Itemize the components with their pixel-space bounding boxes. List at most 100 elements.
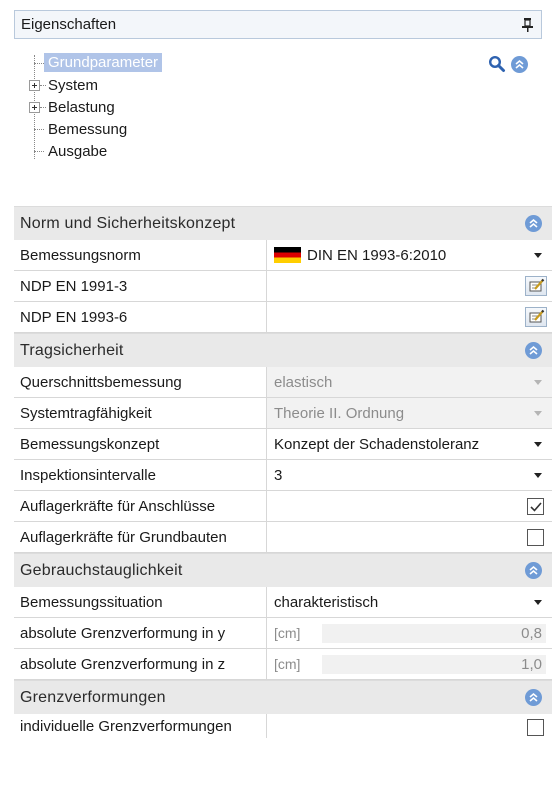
- property-row: individuelle Grenzverformungen: [14, 714, 552, 738]
- panel-title: Eigenschaften: [21, 16, 117, 33]
- section-title: Grenzverformungen: [20, 688, 166, 706]
- property-row: Systemtragfähigkeit Theorie II. Ordnung: [14, 398, 552, 429]
- chevron-down-icon[interactable]: [534, 473, 542, 478]
- property-label: absolute Grenzverformung in z: [14, 649, 267, 679]
- property-row: Bemessungskonzept Konzept der Schadensto…: [14, 429, 552, 460]
- property-label: Bemessungsnorm: [14, 240, 267, 270]
- auflagerkraefte-anschluesse-cell: [267, 491, 552, 521]
- edit-icon: [529, 309, 545, 323]
- grenzverformung-y-field[interactable]: [cm] 0,8: [267, 618, 552, 648]
- tree-connector: [34, 151, 44, 152]
- dropdown-value: DIN EN 1993-6:2010: [307, 246, 447, 264]
- property-label: Auflagerkräfte für Anschlüsse: [14, 491, 267, 521]
- collapse-icon[interactable]: [525, 562, 542, 579]
- german-flag-icon: [274, 247, 301, 263]
- property-row: NDP EN 1991-3: [14, 271, 552, 302]
- property-row: absolute Grenzverformung in y [cm] 0,8: [14, 618, 552, 649]
- tree-item-ausgabe[interactable]: Ausgabe: [44, 140, 111, 162]
- tree-item-bemessung[interactable]: Bemessung: [44, 118, 131, 140]
- property-label: absolute Grenzverformung in y: [14, 618, 267, 648]
- edit-button[interactable]: [525, 276, 547, 296]
- value-field-background: [322, 655, 546, 674]
- value-field-background: [322, 624, 546, 643]
- dropdown-value: Theorie II. Ordnung: [274, 404, 405, 422]
- tree-connector: [34, 129, 44, 130]
- section-title: Gebrauchstauglichkeit: [20, 561, 183, 579]
- property-label: Inspektionsintervalle: [14, 460, 267, 490]
- bemessungssituation-dropdown[interactable]: charakteristisch: [267, 587, 552, 617]
- unit-label: [cm]: [274, 656, 301, 672]
- numeric-value[interactable]: 0,8: [521, 625, 542, 642]
- pin-icon[interactable]: [521, 17, 535, 33]
- property-label: Auflagerkräfte für Grundbauten: [14, 522, 267, 552]
- property-label: Systemtragfähigkeit: [14, 398, 267, 428]
- property-row: Bemessungsnorm DIN EN 1993-6:2010: [14, 240, 552, 271]
- numeric-value[interactable]: 1,0: [521, 656, 542, 673]
- property-row: Auflagerkräfte für Anschlüsse: [14, 491, 552, 522]
- property-row: Inspektionsintervalle 3: [14, 460, 552, 491]
- collapse-icon[interactable]: [525, 342, 542, 359]
- individuelle-grenzverformungen-cell: [267, 714, 552, 738]
- unit-label: [cm]: [274, 625, 301, 641]
- search-icon[interactable]: [488, 55, 506, 73]
- section-header-grenzverformungen[interactable]: Grenzverformungen: [14, 680, 552, 714]
- dropdown-value: elastisch: [274, 373, 333, 391]
- tree-item-label: Ausgabe: [48, 142, 108, 160]
- edit-button[interactable]: [525, 307, 547, 327]
- chevron-down-icon[interactable]: [534, 442, 542, 447]
- property-row: absolute Grenzverformung in z [cm] 1,0: [14, 649, 552, 680]
- property-grid: Norm und Sicherheitskonzept Bemessungsno…: [14, 206, 552, 738]
- properties-titlebar: Eigenschaften: [14, 10, 542, 39]
- tree-item-label: System: [48, 76, 99, 94]
- property-label: NDP EN 1991-3: [14, 271, 267, 301]
- chevron-down-icon[interactable]: [534, 600, 542, 605]
- collapse-icon[interactable]: [525, 215, 542, 232]
- section-header-gebrauchstauglichkeit[interactable]: Gebrauchstauglichkeit: [14, 553, 552, 587]
- auflagerkraefte-grundbauten-checkbox[interactable]: [527, 529, 544, 546]
- property-label: NDP EN 1993-6: [14, 302, 267, 332]
- grenzverformung-z-field[interactable]: [cm] 1,0: [267, 649, 552, 679]
- tree-item-belastung[interactable]: Belastung: [44, 96, 119, 118]
- dropdown-value: charakteristisch: [274, 593, 379, 611]
- property-label: individuelle Grenzverformungen: [14, 714, 267, 738]
- inspektionsintervalle-dropdown[interactable]: 3: [267, 460, 552, 490]
- individuelle-grenzverformungen-checkbox[interactable]: [527, 719, 544, 736]
- systemtragfaehigkeit-dropdown: Theorie II. Ordnung: [267, 398, 552, 428]
- chevron-down-icon[interactable]: [534, 253, 542, 258]
- collapse-icon[interactable]: [511, 55, 528, 73]
- ndp-en-1993-6-field: [267, 302, 552, 332]
- tree-item-label: Grundparameter: [44, 52, 163, 72]
- chevron-down-icon: [534, 380, 542, 385]
- chevron-down-icon: [534, 411, 542, 416]
- section-header-tragsicherheit[interactable]: Tragsicherheit: [14, 333, 552, 367]
- tree-toolbar: [488, 55, 528, 73]
- ndp-en-1991-3-field: [267, 271, 552, 301]
- tree-item-grundparameter[interactable]: Grundparameter: [44, 51, 163, 73]
- auflagerkraefte-anschluesse-checkbox[interactable]: [527, 498, 544, 515]
- bemessungskonzept-dropdown[interactable]: Konzept der Schadenstoleranz: [267, 429, 552, 459]
- tree-connector: [34, 63, 44, 64]
- section-title: Norm und Sicherheitskonzept: [20, 214, 236, 232]
- dropdown-value: Konzept der Schadenstoleranz: [274, 435, 480, 453]
- property-row: Querschnittsbemessung elastisch: [14, 367, 552, 398]
- checkmark-icon: [530, 502, 542, 512]
- property-row: Bemessungssituation charakteristisch: [14, 587, 552, 618]
- expand-icon[interactable]: [29, 80, 40, 91]
- collapse-icon[interactable]: [525, 689, 542, 706]
- auflagerkraefte-grundbauten-cell: [267, 522, 552, 552]
- tree-item-label: Bemessung: [48, 120, 128, 138]
- property-row: Auflagerkräfte für Grundbauten: [14, 522, 552, 553]
- navigator-tree: Grundparameter System Belastung Bemessun…: [18, 45, 218, 185]
- dropdown-value: 3: [274, 466, 283, 484]
- edit-icon: [529, 278, 545, 292]
- bemessungsnorm-dropdown[interactable]: DIN EN 1993-6:2010: [267, 240, 552, 270]
- property-label: Bemessungssituation: [14, 587, 267, 617]
- section-title: Tragsicherheit: [20, 341, 124, 359]
- property-row: NDP EN 1993-6: [14, 302, 552, 333]
- expand-icon[interactable]: [29, 102, 40, 113]
- property-label: Bemessungskonzept: [14, 429, 267, 459]
- tree-item-system[interactable]: System: [44, 74, 102, 96]
- section-header-norm[interactable]: Norm und Sicherheitskonzept: [14, 206, 552, 240]
- property-label: Querschnittsbemessung: [14, 367, 267, 397]
- querschnittsbemessung-dropdown: elastisch: [267, 367, 552, 397]
